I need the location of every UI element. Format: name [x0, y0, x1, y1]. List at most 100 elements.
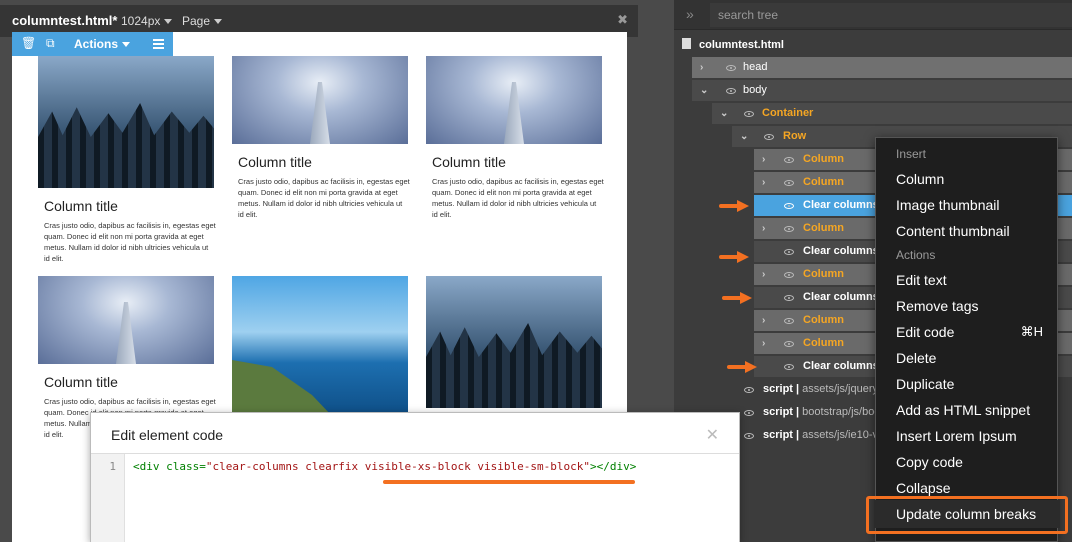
node-label: script — [763, 429, 793, 441]
code-suffix: ></div> — [589, 460, 637, 473]
eye-icon[interactable] — [744, 111, 754, 117]
node-label: Column — [803, 153, 844, 165]
column-block[interactable]: Column title Cras justo odio, dapibus ac… — [426, 56, 604, 220]
page-dropdown[interactable]: Page — [182, 14, 223, 28]
tree-search-bar: » — [674, 0, 1072, 30]
column-block[interactable]: Column title Cras justo odio, dapibus ac… — [38, 56, 216, 264]
file-icon — [682, 38, 691, 49]
chevron-down-icon[interactable]: ⌄ — [720, 103, 728, 124]
menu-item-insert-lorem-ipsum[interactable]: Insert Lorem Ipsum — [896, 428, 1017, 444]
file-label: columntest.html — [699, 39, 784, 51]
column-title: Column title — [44, 198, 118, 214]
highlight-underline — [383, 480, 635, 484]
menu-item-column[interactable]: Column — [896, 171, 944, 187]
eye-icon[interactable] — [784, 226, 794, 232]
eye-icon[interactable] — [784, 157, 794, 163]
selection-toolbar: 🗑 ⧉ Actions — [12, 32, 173, 56]
line-gutter: 1 — [91, 454, 125, 542]
code-editor[interactable]: 1 <div class="clear-columns clearfix vis… — [91, 453, 739, 542]
eye-icon[interactable] — [784, 364, 794, 370]
tower-image — [426, 56, 602, 144]
actions-dropdown[interactable]: Actions — [74, 37, 131, 51]
chevron-right-icon[interactable]: › — [700, 57, 703, 78]
code-prefix: <div class= — [133, 460, 206, 473]
node-src: assets/js/ie10-v — [802, 429, 878, 441]
arrow-right-icon — [727, 361, 759, 373]
menu-header: Insert — [896, 147, 927, 161]
menu-item-edit-text[interactable]: Edit text — [896, 272, 947, 288]
eye-icon[interactable] — [784, 341, 794, 347]
menu-item-delete[interactable]: Delete — [896, 350, 936, 366]
copy-icon[interactable]: ⧉ — [46, 36, 55, 51]
chevron-right-icon[interactable]: › — [762, 333, 765, 354]
menu-item-add-html-snippet[interactable]: Add as HTML snippet — [896, 402, 1030, 418]
tree-node-head[interactable]: › head — [692, 57, 1072, 78]
eye-icon[interactable] — [784, 272, 794, 278]
tower-image — [38, 276, 214, 364]
eye-icon[interactable] — [784, 180, 794, 186]
tower-image — [232, 56, 408, 144]
close-icon[interactable]: ✖ — [617, 12, 628, 28]
actions-label: Actions — [74, 37, 119, 51]
column-block[interactable]: Column title Cras justo odio, dapibus ac… — [232, 56, 410, 220]
chevron-right-icon[interactable]: › — [762, 149, 765, 170]
column-block[interactable] — [232, 276, 408, 416]
context-menu: Insert Column Image thumbnail Content th… — [866, 137, 1068, 542]
menu-item-collapse[interactable]: Collapse — [896, 480, 950, 496]
chevron-down-icon — [164, 19, 173, 25]
viewport-label: 1024px — [121, 14, 161, 28]
eye-icon[interactable] — [726, 65, 736, 71]
forest-image — [426, 276, 602, 408]
edit-code-dialog: Edit element code ✕ 1 <div class="clear-… — [90, 412, 740, 542]
tree-node-body[interactable]: ⌄ body — [692, 80, 1072, 101]
tree-root-file[interactable]: columntest.html — [682, 38, 784, 51]
menu-item-duplicate[interactable]: Duplicate — [896, 376, 954, 392]
node-label: Clear columns — [803, 245, 879, 257]
hamburger-icon[interactable] — [153, 39, 164, 51]
shortcut-label: ⌘H — [1020, 324, 1043, 339]
dialog-title: Edit element code — [111, 427, 224, 443]
node-label: Column — [803, 176, 844, 188]
arrow-right-icon — [719, 251, 751, 263]
eye-icon[interactable] — [744, 410, 754, 416]
trash-icon[interactable]: 🗑 — [21, 36, 36, 50]
eye-icon[interactable] — [726, 88, 736, 94]
double-chevron-icon[interactable]: » — [686, 6, 694, 22]
eye-icon[interactable] — [744, 433, 754, 439]
eye-icon[interactable] — [784, 295, 794, 301]
menu-item-content-thumbnail[interactable]: Content thumbnail — [896, 223, 1010, 239]
menu-item-update-column-breaks[interactable]: Update column breaks — [896, 506, 1036, 522]
column-text: Cras justo odio, dapibus ac facilisis in… — [432, 177, 604, 219]
chevron-right-icon[interactable]: › — [762, 264, 765, 285]
chevron-right-icon[interactable]: › — [762, 172, 765, 193]
eye-icon[interactable] — [784, 318, 794, 324]
code-string: "clear-columns clearfix visible-xs-block… — [205, 460, 590, 473]
menu-item-copy-code[interactable]: Copy code — [896, 454, 963, 470]
column-title: Column title — [44, 374, 118, 390]
tree-node-container[interactable]: ⌄ Container — [712, 103, 1072, 124]
eye-icon[interactable] — [764, 134, 774, 140]
chevron-down-icon[interactable]: ⌄ — [700, 80, 708, 101]
chevron-right-icon[interactable]: › — [762, 218, 765, 239]
node-label: Column — [803, 222, 844, 234]
eye-icon[interactable] — [784, 249, 794, 255]
menu-item-remove-tags[interactable]: Remove tags — [896, 298, 978, 314]
code-line[interactable]: <div class="clear-columns clearfix visib… — [133, 460, 636, 473]
node-label: Column — [803, 314, 844, 326]
close-icon[interactable]: ✕ — [706, 425, 719, 445]
coast-image — [232, 276, 408, 416]
node-label: script — [763, 406, 793, 418]
chevron-right-icon[interactable]: › — [762, 310, 765, 331]
eye-icon[interactable] — [784, 203, 794, 209]
eye-icon[interactable] — [744, 387, 754, 393]
node-label: Clear columns — [803, 291, 879, 303]
chevron-down-icon[interactable]: ⌄ — [740, 126, 748, 147]
column-block[interactable] — [426, 276, 602, 408]
menu-item-image-thumbnail[interactable]: Image thumbnail — [896, 197, 1000, 213]
node-label: Column — [803, 337, 844, 349]
column-text: Cras justo odio, dapibus ac facilisis in… — [238, 177, 410, 219]
forest-image — [38, 56, 214, 188]
menu-item-edit-code[interactable]: Edit code — [896, 324, 954, 340]
viewport-dropdown[interactable]: 1024px — [121, 14, 173, 28]
search-tree-input[interactable] — [710, 3, 1072, 27]
